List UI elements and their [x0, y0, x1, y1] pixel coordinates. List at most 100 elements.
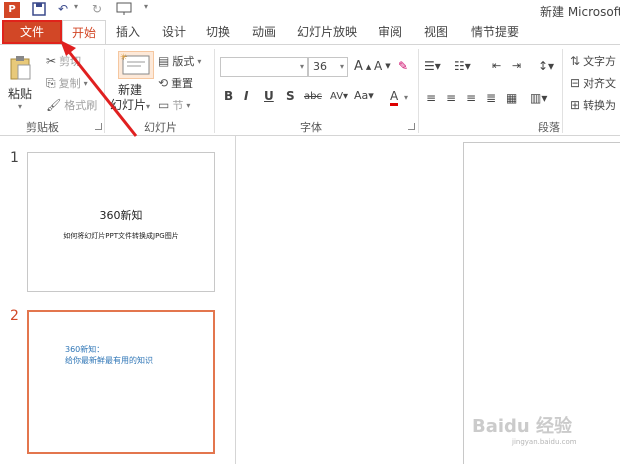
tab-design[interactable]: 设计	[156, 20, 192, 44]
clear-format-icon[interactable]: ✎	[398, 59, 408, 73]
italic-icon[interactable]: I	[244, 89, 248, 103]
tab-slideshow[interactable]: 幻灯片放映	[294, 20, 360, 44]
format-painter-button[interactable]: 🖌 格式刷	[46, 97, 97, 113]
layout-dropdown-icon: ▾	[197, 56, 202, 66]
cut-button[interactable]: ✂ 剪切	[46, 53, 81, 69]
slideshow-icon[interactable]	[116, 2, 132, 18]
convert-smartart-button[interactable]: ⊞ 转换为	[570, 97, 616, 113]
reset-label: 重置	[171, 77, 194, 90]
ribbon-tabs: 文件 开始 插入 设计 切换 动画 幻灯片放映 审阅 视图 情节提要	[0, 20, 620, 45]
decrease-indent-icon[interactable]: ⇤	[492, 59, 501, 72]
bold-icon[interactable]: B	[224, 89, 233, 103]
text-direction-button[interactable]: ⇅ 文字方	[570, 53, 616, 69]
columns-icon[interactable]: ▥▾	[530, 91, 547, 105]
layout-icon: ▤	[158, 54, 170, 68]
slide-thumbnails-pane[interactable]: 1 360新知 如何将幻灯片PPT文件转换成JPG图片 2 360新知： 给你最…	[0, 136, 236, 464]
cut-label: 剪切	[59, 55, 82, 68]
paste-icon[interactable]	[10, 55, 32, 81]
new-slide-icon[interactable]: ✳	[118, 51, 154, 79]
baidu-watermark-url: jingyan.baidu.com	[512, 438, 577, 446]
tab-review[interactable]: 审阅	[372, 20, 408, 44]
strikethrough-icon[interactable]: abc	[304, 91, 322, 102]
slide-number: 1	[10, 150, 19, 166]
layout-button[interactable]: ▤ 版式 ▾	[158, 53, 201, 69]
section-icon: ▭	[158, 98, 170, 112]
slides-group-label: 幻灯片	[144, 121, 177, 134]
section-label: 节	[172, 99, 184, 112]
change-case-icon[interactable]: Aa▾	[354, 89, 374, 102]
align-text-label: 对齐文	[583, 77, 617, 90]
align-right-icon[interactable]: ≡	[466, 91, 476, 105]
paste-button[interactable]: 粘贴 ▾	[8, 85, 32, 111]
tab-storyboarding[interactable]: 情节提要	[466, 20, 524, 44]
numbering-icon[interactable]: ☷▾	[454, 59, 471, 73]
window-title: 新建 Microsoft	[540, 5, 620, 19]
align-center-icon[interactable]: ≡	[446, 91, 456, 105]
brush-icon: 🖌	[46, 98, 62, 112]
slide-2-text: 360新知： 给你最新鲜最有用的知识	[65, 344, 153, 366]
tab-home[interactable]: 开始	[62, 20, 106, 45]
font-color-icon[interactable]: A	[390, 89, 399, 106]
customize-qat-icon[interactable]: ▾	[144, 2, 152, 18]
underline-icon[interactable]: U	[264, 89, 274, 103]
undo-dropdown-icon[interactable]: ▾	[74, 2, 82, 18]
svg-text:✳: ✳	[120, 53, 128, 63]
tab-animations[interactable]: 动画	[246, 20, 282, 44]
group-separator	[418, 49, 419, 133]
paste-dropdown-icon[interactable]: ▾	[8, 102, 32, 111]
slide-1-subtitle: 如何将幻灯片PPT文件转换成JPG图片	[63, 232, 179, 240]
section-dropdown-icon: ▾	[186, 100, 191, 110]
shrink-font-icon[interactable]: A ▼	[374, 59, 391, 73]
shadow-icon[interactable]: S	[286, 89, 295, 103]
smartart-icon: ⊞	[570, 98, 581, 112]
increase-indent-icon[interactable]: ⇥	[512, 59, 521, 72]
text-direction-label: 文字方	[583, 55, 617, 68]
scissors-icon: ✂	[46, 54, 57, 68]
undo-icon[interactable]: ↶	[58, 2, 72, 18]
reset-icon: ⟲	[158, 76, 169, 90]
copy-button[interactable]: ⎘ 复制 ▾	[46, 75, 88, 91]
tab-file[interactable]: 文件	[2, 20, 62, 44]
copy-icon: ⎘	[46, 75, 56, 90]
copy-label: 复制	[58, 77, 81, 90]
new-slide-label-2: 幻灯片	[110, 98, 147, 112]
font-group-label: 字体	[300, 121, 322, 134]
slide-thumbnail-2[interactable]: 360新知： 给你最新鲜最有用的知识	[27, 310, 215, 454]
grow-font-icon[interactable]: A ▲	[354, 59, 371, 74]
copy-dropdown-icon[interactable]: ▾	[84, 79, 88, 88]
clipboard-group-label: 剪贴板	[26, 121, 59, 134]
tab-view[interactable]: 视图	[418, 20, 454, 44]
tab-transitions[interactable]: 切换	[200, 20, 236, 44]
font-launcher-icon[interactable]	[408, 123, 415, 130]
font-name-dropdown-icon[interactable]: ▾	[300, 62, 304, 71]
slide-thumbnail-1[interactable]: 360新知 如何将幻灯片PPT文件转换成JPG图片	[27, 152, 215, 292]
ribbon: 粘贴 ▾ ✂ 剪切 ⎘ 复制 ▾ 🖌 格式刷 剪贴板 ✳ 新建 幻灯片▾ ▤ 版…	[0, 44, 620, 136]
new-slide-button[interactable]: 新建 幻灯片▾	[110, 83, 150, 114]
paragraph-group-label: 段落	[538, 121, 560, 134]
group-separator	[214, 49, 215, 133]
distribute-icon[interactable]: ▦	[506, 91, 517, 105]
line-spacing-icon[interactable]: ↕▾	[538, 59, 554, 73]
font-size-dropdown-icon[interactable]: ▾	[340, 62, 344, 71]
new-slide-dropdown-icon[interactable]: ▾	[146, 102, 150, 111]
layout-label: 版式	[172, 55, 195, 68]
char-spacing-icon[interactable]: AV▾	[330, 91, 348, 102]
convert-smartart-label: 转换为	[583, 99, 617, 112]
redo-icon[interactable]: ↻	[92, 2, 106, 18]
paste-label: 粘贴	[8, 87, 33, 101]
group-separator	[562, 49, 563, 133]
group-separator	[104, 49, 105, 133]
reset-button[interactable]: ⟲ 重置	[158, 75, 193, 91]
align-text-button[interactable]: ⊟ 对齐文	[570, 75, 616, 91]
align-left-icon[interactable]: ≡	[426, 91, 436, 105]
font-size-combo[interactable]: 36 ▾	[308, 57, 348, 77]
bullets-icon[interactable]: ☰▾	[424, 59, 441, 73]
font-color-dropdown-icon[interactable]: ▾	[404, 93, 408, 102]
font-name-combo[interactable]: ▾	[220, 57, 308, 77]
tab-insert[interactable]: 插入	[110, 20, 146, 44]
clipboard-launcher-icon[interactable]	[95, 123, 102, 130]
justify-icon[interactable]: ≣	[486, 91, 496, 105]
save-icon[interactable]	[32, 2, 46, 18]
new-slide-label-1: 新建	[118, 83, 143, 97]
section-button[interactable]: ▭ 节 ▾	[158, 97, 190, 113]
